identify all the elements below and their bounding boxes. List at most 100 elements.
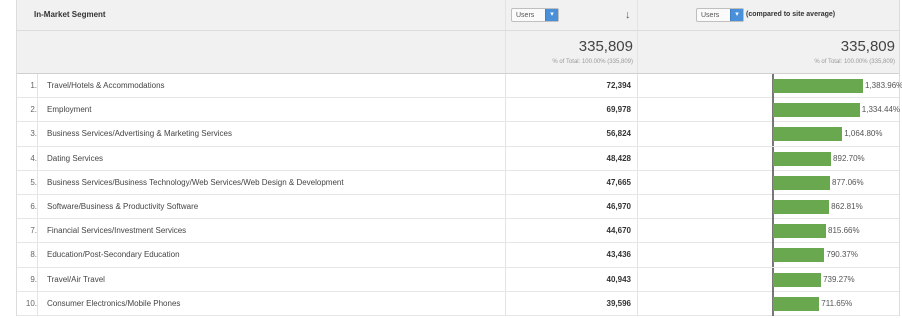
users-value: 40,943 [606,274,631,284]
segment-label[interactable]: Dating Services [47,147,103,171]
users-value: 46,970 [606,202,631,211]
comparison-bar [773,272,822,287]
compare-select-label: Users [701,12,720,19]
comparison-percent: 815.66% [828,226,860,236]
column-divider [37,122,38,146]
segment-label[interactable]: Employment [47,98,91,122]
compare-total-subtext: % of Total: 100.00% (335,809) [814,59,895,65]
comparison-bar [773,103,860,118]
column-divider [37,98,38,122]
column-divider [37,170,38,194]
segment-label[interactable]: Travel/Hotels & Accommodations [47,74,165,98]
column-divider [37,267,38,291]
sort-down-arrow-icon[interactable]: ↓ [625,9,631,21]
comparison-bar [773,248,825,263]
table-row: 4. Dating Services 48,428 892.70% [17,146,899,171]
column-divider [505,98,506,122]
comparison-bar [773,200,830,214]
comparison-percent: 1,064.80% [844,129,883,139]
users-value: 43,436 [606,250,631,260]
table-row: 1. Travel/Hotels & Accommodations 72,394 1,… [17,74,902,99]
segment-label[interactable]: Travel/Air Travel [47,268,105,292]
row-index: 2. [30,105,37,115]
column-divider [505,219,506,243]
users-value: 72,394 [606,81,631,90]
column-divider [637,243,638,267]
comparison-percent: 739.27% [823,274,855,284]
users-value: 69,978 [606,105,631,115]
segment-label[interactable]: Business Services/Business Technology/We… [47,171,344,195]
table-header-row: In-Market Segment Users ▾ ↓ Users ▾ (com… [17,0,899,31]
column-divider [505,146,506,170]
comparison-percent: 711.65% [821,298,853,308]
comparison-bar [773,127,843,142]
segment-label[interactable]: Education/Post-Secondary Education [47,243,180,267]
segment-label[interactable]: Consumer Electronics/Mobile Phones [47,292,180,316]
column-divider [637,267,638,291]
comparison-percent: 877.06% [832,177,864,187]
users-value: 56,824 [606,129,631,139]
column-divider [37,219,38,243]
segment-label[interactable]: Software/Business & Productivity Softwar… [47,195,198,219]
column-divider [505,122,506,146]
comparison-bar [773,79,863,93]
table-row: 2. Employment 69,978 1,334.44% [17,98,901,123]
comparison-bar [773,175,831,190]
compare-total-value: 335,809 [840,38,895,55]
column-divider [637,170,638,194]
comparison-percent: 862.81% [831,202,863,211]
row-index: 10. [25,298,37,308]
row-index: 1. [30,81,37,90]
column-divider [505,74,506,98]
row-index: 6. [30,202,37,211]
column-divider [637,219,638,243]
column-divider [637,195,638,219]
column-divider [637,146,638,170]
column-divider [505,291,506,315]
table-row: 10. Consumer Electronics/Mobile Phones 39,… [17,291,899,316]
metric-select[interactable]: Users ▾ [511,8,559,22]
dimension-column-header[interactable]: In-Market Segment [34,10,106,19]
table-row: 8. Education/Post-Secondary Education 43,4… [17,243,899,268]
column-divider [637,0,638,30]
table-row: 7. Financial Services/Investment Services… [17,219,899,244]
comparison-percent: 892.70% [833,153,865,163]
segment-label[interactable]: Financial Services/Investment Services [47,219,186,243]
comparison-bar [773,224,827,239]
select-dropdown-icon: ▾ [545,9,558,21]
column-divider [637,74,638,98]
row-index: 8. [30,250,37,260]
table-row: 6. Software/Business & Productivity Softw… [17,195,899,220]
users-value: 48,428 [606,153,631,163]
column-divider [505,243,506,267]
compare-note: (compared to site average) [746,11,836,18]
table-row: 3. Business Services/Advertising & Market… [17,122,899,147]
row-index: 3. [30,129,37,139]
column-divider [37,146,38,170]
row-index: 9. [30,274,37,284]
select-dropdown-icon: ▾ [730,9,743,21]
row-index: 7. [30,226,37,236]
users-value: 44,670 [606,226,631,236]
table-row: 9. Travel/Air Travel 40,943 739.27% [17,267,899,292]
column-divider [637,291,638,315]
comparison-bar [773,296,820,311]
users-total-subtext: % of Total: 100.00% (335,809) [552,59,633,65]
column-divider [37,243,38,267]
column-divider [505,195,506,219]
table-row: 5. Business Services/Business Technology/… [17,170,899,195]
users-total-value: 335,809 [578,38,633,55]
users-value: 39,596 [606,298,631,308]
users-value: 47,665 [606,177,631,187]
comparison-percent: 1,383.96% [865,81,902,90]
comparison-percent: 1,334.44% [861,105,901,115]
column-divider [637,98,638,122]
segment-label[interactable]: Business Services/Advertising & Marketin… [47,122,232,146]
column-divider [505,0,506,30]
column-divider [37,74,38,98]
compare-metric-select[interactable]: Users ▾ [696,8,744,22]
comparison-bar [773,151,832,166]
row-index: 5. [30,177,37,187]
row-index: 4. [30,153,37,163]
column-divider [37,195,38,219]
